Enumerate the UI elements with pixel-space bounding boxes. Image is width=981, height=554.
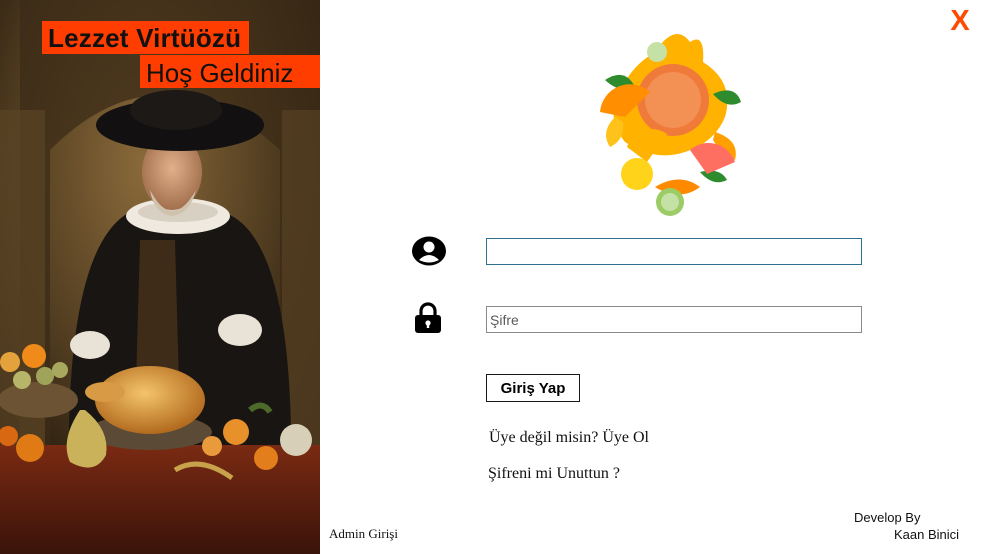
close-button[interactable]: X: [947, 6, 973, 36]
password-input[interactable]: [486, 306, 862, 333]
username-input[interactable]: [486, 238, 862, 265]
login-window: Lezzet Virtüözü Hoş Geldiniz X Giriş Yap…: [0, 0, 981, 554]
welcome-text: Hoş Geldiniz: [140, 55, 320, 88]
credit-label: Develop By: [854, 510, 921, 525]
app-title: Lezzet Virtüözü: [42, 21, 250, 54]
painting-panel: Lezzet Virtüözü Hoş Geldiniz: [0, 0, 320, 554]
credit-name: Kaan Binici: [894, 527, 960, 542]
fruit-splash-logo-icon: [600, 34, 741, 216]
user-circle-icon: [412, 236, 446, 266]
signup-link[interactable]: Üye değil misin? Üye Ol: [489, 429, 649, 447]
lock-icon: [415, 302, 441, 333]
forgot-password-link[interactable]: Şifreni mi Unuttun ?: [488, 465, 620, 483]
admin-login-link[interactable]: Admin Girişi: [329, 526, 398, 542]
login-button[interactable]: Giriş Yap: [486, 374, 580, 402]
